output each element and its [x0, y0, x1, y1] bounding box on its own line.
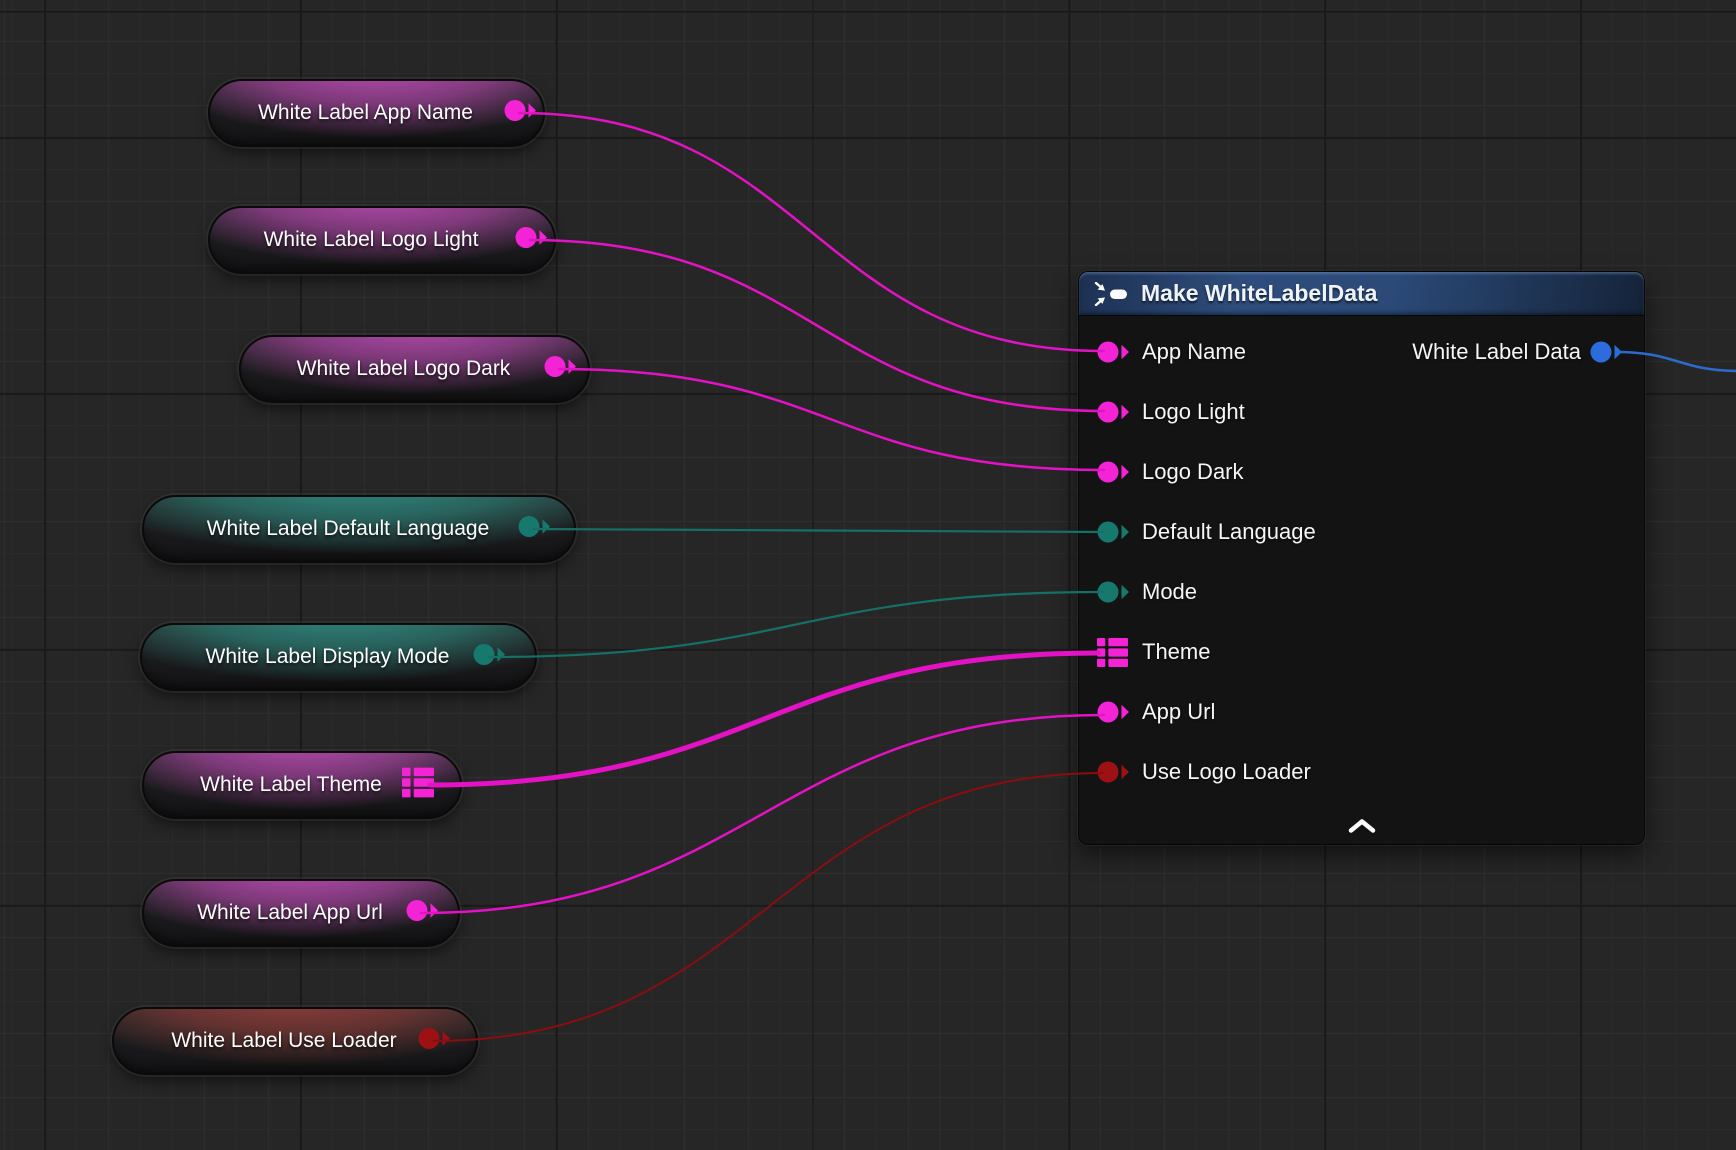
- input-pin[interactable]: [1097, 516, 1131, 548]
- input-pin-row-use-logo-loader: Use Logo Loader: [1079, 742, 1644, 802]
- input-pin-row-logo-light: Logo Light: [1079, 382, 1644, 442]
- input-pin-row-mode: Mode: [1079, 562, 1644, 622]
- getter-node-white-label-default-language[interactable]: White Label Default Language: [142, 495, 576, 563]
- output-pin[interactable]: [515, 226, 549, 255]
- getter-node-white-label-display-mode[interactable]: White Label Display Mode: [140, 623, 537, 691]
- output-pin[interactable]: [1590, 340, 1624, 364]
- wire-1[interactable]: [530, 240, 1104, 411]
- wire-4[interactable]: [488, 592, 1104, 657]
- make-struct-icon: [1094, 282, 1130, 306]
- getter-node-white-label-use-loader[interactable]: White Label Use Loader: [112, 1007, 478, 1075]
- input-pin[interactable]: [1097, 696, 1131, 728]
- input-pin[interactable]: [1097, 336, 1131, 368]
- node-title: Make WhiteLabelData: [1141, 280, 1377, 307]
- node-label: White Label Logo Light: [234, 228, 531, 252]
- node-label: White Label App Url: [167, 901, 435, 925]
- pin-label: Mode: [1142, 579, 1197, 605]
- node-label: White Label Display Mode: [176, 645, 502, 669]
- wire-6[interactable]: [421, 715, 1104, 913]
- getter-node-white-label-theme[interactable]: White Label Theme: [142, 751, 462, 819]
- wire-0[interactable]: [519, 113, 1104, 351]
- getter-node-white-label-logo-dark[interactable]: White Label Logo Dark: [239, 335, 590, 403]
- output-pin-label: White Label Data: [1412, 339, 1581, 365]
- input-pin[interactable]: [1097, 756, 1131, 788]
- wire-3[interactable]: [533, 529, 1104, 532]
- input-pin[interactable]: [1097, 396, 1131, 428]
- node-label: White Label Use Loader: [141, 1029, 448, 1053]
- output-pin[interactable]: [473, 643, 507, 672]
- input-pin-row-default-language: Default Language: [1079, 502, 1644, 562]
- input-pin-row-app-url: App Url: [1079, 682, 1644, 742]
- node-label: White Label Default Language: [177, 517, 542, 541]
- pin-label: Default Language: [1142, 519, 1316, 545]
- input-pin[interactable]: [1097, 576, 1131, 608]
- output-pin-row: White Label Data: [1412, 339, 1624, 365]
- getter-node-white-label-app-url[interactable]: White Label App Url: [142, 879, 460, 947]
- node-label: White Label Logo Dark: [267, 357, 563, 381]
- output-pin[interactable]: [406, 899, 440, 928]
- pin-label: App Name: [1142, 339, 1246, 365]
- node-label: White Label Theme: [170, 773, 434, 797]
- chevron-up-icon[interactable]: [1341, 816, 1383, 836]
- output-pin[interactable]: [504, 99, 538, 128]
- output-pin[interactable]: [518, 515, 552, 544]
- blueprint-canvas[interactable]: White Label App Name White Label Logo Li…: [0, 0, 1736, 1150]
- getter-node-white-label-logo-light[interactable]: White Label Logo Light: [208, 206, 556, 274]
- wire-7[interactable]: [433, 773, 1104, 1041]
- make-whitelabeldata-node[interactable]: Make WhiteLabelData App Name Logo Light …: [1078, 271, 1645, 845]
- pin-label: Theme: [1142, 639, 1210, 665]
- output-pin[interactable]: [418, 1027, 452, 1056]
- node-label: White Label App Name: [228, 101, 525, 125]
- pin-label: App Url: [1142, 699, 1215, 725]
- input-pin-row-theme: Theme: [1079, 622, 1644, 682]
- struct-grid-icon[interactable]: [1097, 636, 1131, 668]
- getter-node-white-label-app-name[interactable]: White Label App Name: [208, 79, 545, 147]
- input-pin[interactable]: [1097, 456, 1131, 488]
- wire-2[interactable]: [559, 369, 1104, 470]
- node-header[interactable]: Make WhiteLabelData: [1079, 272, 1644, 316]
- output-pin[interactable]: [544, 355, 578, 384]
- pin-label: Logo Dark: [1142, 459, 1244, 485]
- pin-label: Use Logo Loader: [1142, 759, 1311, 785]
- pin-label: Logo Light: [1142, 399, 1245, 425]
- input-pin-row-logo-dark: Logo Dark: [1079, 442, 1644, 502]
- struct-grid-icon[interactable]: [402, 767, 434, 804]
